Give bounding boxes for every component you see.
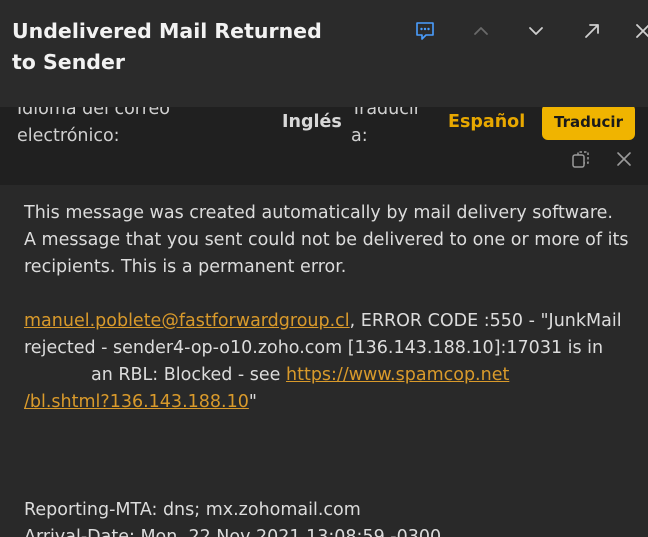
copy-icon xyxy=(570,148,592,174)
open-external-icon xyxy=(582,21,602,41)
body-line: recipients. This is a permanent error. xyxy=(24,257,347,277)
close-icon xyxy=(634,22,648,40)
error-paragraph: manuel.poblete@fastforwardgroup.cl, ERRO… xyxy=(24,308,646,335)
target-language-select[interactable]: Español xyxy=(448,109,525,136)
error-line: rejected - sender4-op-o10.zoho.com [136.… xyxy=(24,338,604,358)
recipient-email-link[interactable]: manuel.poblete@fastforwardgroup.cl xyxy=(24,311,350,331)
error-text: " xyxy=(248,392,257,412)
spamcop-link-part-1[interactable]: https://www.spamcop.net xyxy=(286,365,509,385)
error-text: an RBL: Blocked - see xyxy=(91,365,286,385)
chat-translate-button[interactable] xyxy=(408,14,442,48)
mail-subject: Undelivered Mail Returned to Sender xyxy=(12,19,322,74)
error-line: /bl.shtml?136.143.188.10" xyxy=(24,389,646,416)
translate-button[interactable]: Traducir xyxy=(542,104,635,140)
error-text: , ERROR CODE :550 - "JunkMail xyxy=(349,311,622,331)
open-in-new-window-button[interactable] xyxy=(575,14,609,48)
close-icon xyxy=(615,150,633,172)
copy-translation-button[interactable] xyxy=(568,148,594,174)
mail-reading-pane: Undelivered Mail Returned to Sender Idio… xyxy=(0,0,648,537)
body-line: A message that you sent could not be del… xyxy=(24,230,629,250)
arrival-date: Arrival-Date: Mon, 22 Nov 2021 13:08:59 … xyxy=(24,527,442,537)
spamcop-link-part-2[interactable]: /bl.shtml?136.143.188.10 xyxy=(24,392,249,412)
next-message-button[interactable] xyxy=(519,14,553,48)
previous-message-button[interactable] xyxy=(464,14,498,48)
source-language: Inglés xyxy=(282,112,342,132)
mail-body: This message was created automatically b… xyxy=(24,200,646,537)
chevron-down-icon xyxy=(527,22,545,40)
error-line: an RBL: Blocked - see https://www.spamco… xyxy=(24,362,646,389)
close-translate-bar-button[interactable] xyxy=(611,148,637,174)
chevron-up-icon xyxy=(472,22,490,40)
reporting-mta: Reporting-MTA: dns; mx.zohomail.com xyxy=(24,500,361,520)
close-message-button[interactable] xyxy=(626,14,648,48)
body-line: This message was created automatically b… xyxy=(24,203,613,223)
mail-header: Undelivered Mail Returned to Sender xyxy=(0,0,648,107)
chat-translate-icon xyxy=(414,20,436,42)
